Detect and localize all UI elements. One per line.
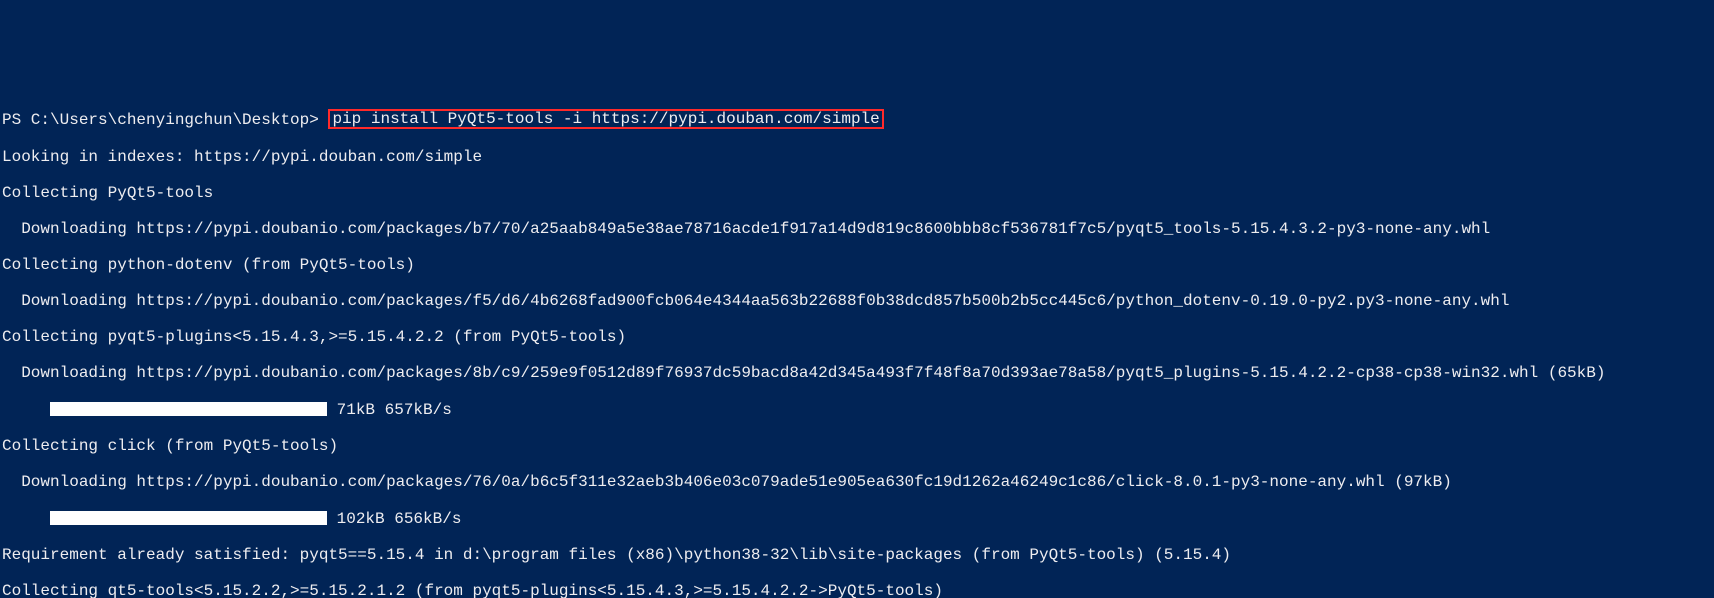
progress-text: 71kB 657kB/s: [327, 401, 452, 419]
output-line: Requirement already satisfied: pyqt5==5.…: [2, 546, 1714, 564]
output-line: Collecting pyqt5-plugins<5.15.4.3,>=5.15…: [2, 328, 1714, 346]
progress-line: 102kB 656kB/s: [2, 509, 1714, 528]
progress-text: 102kB 656kB/s: [327, 510, 461, 528]
prompt-line-1: PS C:\Users\chenyingchun\Desktop> pip in…: [2, 110, 1714, 130]
output-line: Collecting click (from PyQt5-tools): [2, 437, 1714, 455]
progress-bar-icon: [50, 511, 327, 525]
output-line: Downloading https://pypi.doubanio.com/pa…: [2, 220, 1714, 238]
terminal-output[interactable]: PS C:\Users\chenyingchun\Desktop> pip in…: [0, 90, 1714, 598]
output-line: Collecting qt5-tools<5.15.2.2,>=5.15.2.1…: [2, 582, 1714, 598]
highlighted-command: pip install PyQt5-tools -i https://pypi.…: [328, 109, 883, 129]
progress-bar-icon: [50, 402, 327, 416]
output-line: Downloading https://pypi.doubanio.com/pa…: [2, 473, 1714, 491]
progress-line: 71kB 657kB/s: [2, 400, 1714, 419]
output-line: Collecting PyQt5-tools: [2, 184, 1714, 202]
output-line: Downloading https://pypi.doubanio.com/pa…: [2, 292, 1714, 310]
output-line: Collecting python-dotenv (from PyQt5-too…: [2, 256, 1714, 274]
output-line: Looking in indexes: https://pypi.douban.…: [2, 148, 1714, 166]
ps-prompt: PS C:\Users\chenyingchun\Desktop>: [2, 111, 328, 129]
output-line: Downloading https://pypi.doubanio.com/pa…: [2, 364, 1714, 382]
